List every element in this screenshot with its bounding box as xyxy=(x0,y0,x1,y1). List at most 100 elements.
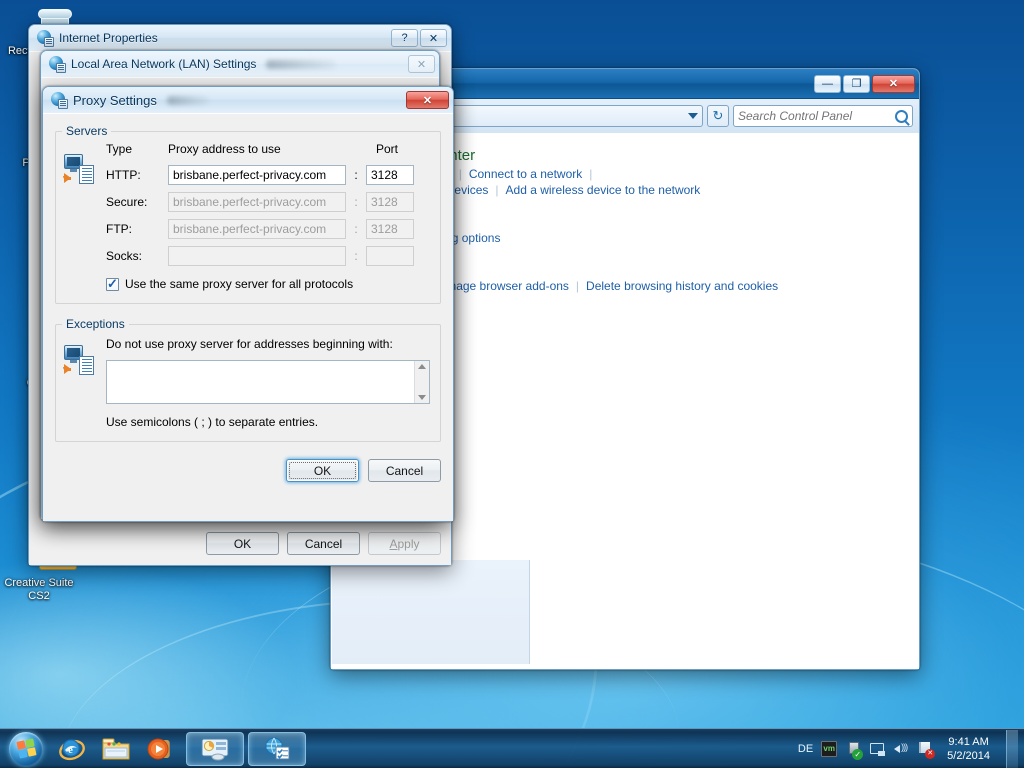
proxy-settings-button-row: OK Cancel xyxy=(55,459,441,482)
servers-legend: Servers xyxy=(62,124,111,138)
proxy-glyph-wrap xyxy=(64,337,106,429)
dialog-title: Proxy Settings xyxy=(73,93,157,108)
exceptions-description: Do not use proxy server for addresses be… xyxy=(106,337,430,351)
exceptions-hint: Use semicolons ( ; ) to separate entries… xyxy=(106,415,430,429)
search-box[interactable] xyxy=(733,105,913,127)
control-panel-navigation-pane xyxy=(332,560,530,664)
taskbar-window-internet-properties[interactable] xyxy=(248,732,306,766)
taskbar-item-windows-explorer[interactable] xyxy=(94,730,138,768)
cancel-button[interactable]: Cancel xyxy=(368,459,441,482)
internet-options-icon xyxy=(51,92,67,108)
servers-group: Servers Type Proxy address to use Port xyxy=(55,124,441,304)
svg-text:e: e xyxy=(68,744,73,756)
server-row-http: HTTP: : xyxy=(106,165,430,185)
volume-icon[interactable] xyxy=(893,741,909,757)
folder-explorer-icon xyxy=(101,736,131,762)
action-center-flag-icon[interactable] xyxy=(917,741,933,757)
language-indicator[interactable]: DE xyxy=(798,743,813,755)
close-button[interactable]: ✕ xyxy=(872,75,915,93)
start-orb-icon xyxy=(9,732,43,766)
close-button[interactable]: ✕ xyxy=(406,91,449,109)
internet-properties-button-row: OK Cancel Apply xyxy=(206,532,441,555)
clock-date: 5/2/2014 xyxy=(947,749,990,763)
same-proxy-checkbox-row[interactable]: Use the same proxy server for all protoc… xyxy=(106,277,430,291)
search-icon xyxy=(895,110,908,123)
secure-port-input xyxy=(366,192,414,212)
safely-remove-hardware-icon[interactable] xyxy=(845,741,861,757)
maximize-button[interactable]: ❐ xyxy=(843,75,870,93)
taskbar: e xyxy=(0,728,1024,768)
link-delete-browsing-history[interactable]: Delete browsing history and cookies xyxy=(586,279,778,293)
server-row-ftp: FTP: : xyxy=(106,219,430,239)
vm-icon[interactable]: vm xyxy=(821,741,837,757)
ftp-port-input xyxy=(366,219,414,239)
close-button[interactable]: ✕ xyxy=(420,29,447,47)
internet-properties-titlebar[interactable]: Internet Properties ? ✕ xyxy=(29,25,451,51)
control-panel-icon xyxy=(201,737,229,761)
same-proxy-label: Use the same proxy server for all protoc… xyxy=(125,277,353,291)
separator: : xyxy=(346,168,366,182)
secure-address-input xyxy=(168,192,346,212)
cancel-button[interactable]: Cancel xyxy=(287,532,360,555)
dialog-title: Local Area Network (LAN) Settings xyxy=(71,57,256,71)
row-label: HTTP: xyxy=(106,168,168,182)
socks-address-input xyxy=(168,246,346,266)
proxy-settings-titlebar[interactable]: Proxy Settings ✕ xyxy=(43,87,453,113)
exceptions-textarea-wrap[interactable] xyxy=(106,360,430,404)
row-label: Secure: xyxy=(106,195,168,209)
internet-properties-icon xyxy=(263,737,291,761)
scroll-down-icon[interactable] xyxy=(418,395,426,400)
help-button[interactable]: ? xyxy=(391,29,418,47)
dialog-title: Internet Properties xyxy=(59,31,158,45)
redacted-watermark xyxy=(167,96,209,105)
clock-time: 9:41 AM xyxy=(947,735,990,749)
row-label: Socks: xyxy=(106,249,168,263)
start-button[interactable] xyxy=(2,730,50,768)
ok-button[interactable]: OK xyxy=(286,459,359,482)
exceptions-scrollbar[interactable] xyxy=(414,361,429,403)
ftp-address-input xyxy=(168,219,346,239)
lan-settings-titlebar[interactable]: Local Area Network (LAN) Settings ✕ xyxy=(41,51,439,77)
separator: : xyxy=(346,249,366,263)
separator: : xyxy=(346,222,366,236)
same-proxy-checkbox[interactable] xyxy=(106,278,119,291)
column-address: Proxy address to use xyxy=(168,142,356,156)
network-icon[interactable] xyxy=(869,741,885,757)
minimize-button[interactable]: — xyxy=(814,75,841,93)
http-address-input[interactable] xyxy=(168,165,346,185)
refresh-button[interactable]: ↻ xyxy=(707,105,729,127)
link-connect-to-network[interactable]: Connect to a network xyxy=(469,167,582,181)
apply-button: Apply xyxy=(368,532,441,555)
close-button[interactable]: ✕ xyxy=(408,55,435,73)
socks-port-input xyxy=(366,246,414,266)
show-desktop-button[interactable] xyxy=(1006,730,1018,768)
internet-options-icon xyxy=(49,56,65,72)
proxy-settings-dialog: Proxy Settings ✕ Servers Type Prox xyxy=(42,86,454,522)
apply-accel: A xyxy=(389,537,397,551)
column-port: Port xyxy=(376,142,398,156)
http-port-input[interactable] xyxy=(366,165,414,185)
desktop-icon-label: Creative Suite CS2 xyxy=(4,577,73,602)
separator: : xyxy=(346,195,366,209)
media-player-icon xyxy=(146,736,174,762)
proxy-server-icon xyxy=(64,345,94,375)
row-label: FTP: xyxy=(106,222,168,236)
column-type: Type xyxy=(106,142,168,156)
server-row-socks: Socks: : xyxy=(106,246,430,266)
search-input[interactable] xyxy=(738,109,895,123)
chevron-down-icon[interactable] xyxy=(688,113,698,119)
apply-rest: pply xyxy=(398,537,420,551)
taskbar-item-media-player[interactable] xyxy=(138,730,182,768)
scroll-up-icon[interactable] xyxy=(418,364,426,369)
exceptions-textarea[interactable] xyxy=(107,361,414,403)
taskbar-item-internet-explorer[interactable]: e xyxy=(50,730,94,768)
internet-explorer-icon: e xyxy=(58,735,86,763)
notification-area: DE vm 9:41 AM 5/2/2014 xyxy=(798,730,1024,768)
exceptions-group: Exceptions Do not use proxy server for a… xyxy=(55,317,441,442)
ok-button[interactable]: OK xyxy=(206,532,279,555)
proxy-settings-body: Servers Type Proxy address to use Port xyxy=(43,113,453,521)
link-add-wireless-device[interactable]: Add a wireless device to the network xyxy=(506,183,701,197)
clock[interactable]: 9:41 AM 5/2/2014 xyxy=(941,735,996,763)
taskbar-window-control-panel[interactable] xyxy=(186,732,244,766)
exceptions-legend: Exceptions xyxy=(62,317,129,331)
